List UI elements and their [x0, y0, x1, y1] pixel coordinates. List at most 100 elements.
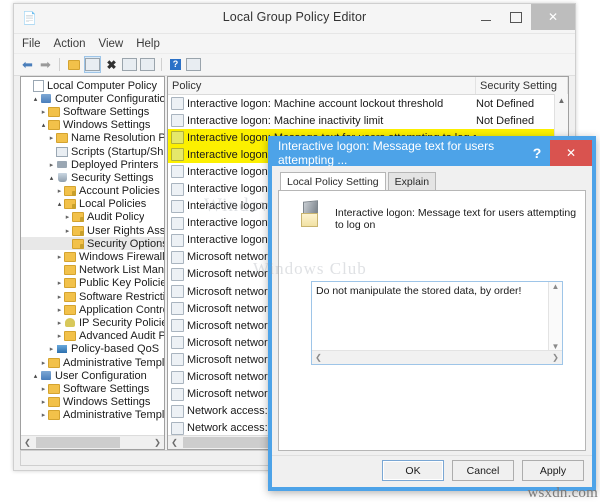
view-icon[interactable] [186, 57, 201, 72]
chevron-right-icon[interactable]: ▸ [47, 161, 56, 169]
tree-item[interactable]: ▴Local Policies [21, 198, 164, 211]
chevron-right-icon[interactable]: ▸ [63, 227, 72, 235]
column-security-setting[interactable]: Security Setting [476, 77, 568, 94]
ok-button[interactable]: OK [382, 460, 444, 481]
tree-hscrollbar[interactable]: ❮ ❯ [21, 435, 164, 449]
tree-item[interactable]: ▸ Software Settings [21, 105, 164, 118]
folder-icon [56, 133, 68, 143]
delete-icon[interactable]: ✖ [104, 57, 119, 72]
message-text-value[interactable]: Do not manipulate the stored data, by or… [316, 285, 546, 298]
window-controls: ✕ [471, 4, 575, 33]
message-scroll-right-icon[interactable]: ❯ [549, 353, 562, 362]
policy-tree[interactable]: Local Computer Policy▴Computer Configura… [21, 77, 164, 422]
dialog-close-button[interactable]: ✕ [550, 140, 592, 166]
message-text-field[interactable]: Do not manipulate the stored data, by or… [311, 281, 563, 365]
apply-button[interactable]: Apply [522, 460, 584, 481]
tree-item[interactable]: ▸Advanced Audit Policy [21, 330, 164, 343]
minimize-button[interactable] [471, 4, 501, 30]
tree-item[interactable]: ▸IP Security Policies on [21, 316, 164, 329]
tree-item[interactable]: ▴User Configuration [21, 369, 164, 382]
chevron-down-icon[interactable]: ▴ [39, 121, 48, 129]
chevron-right-icon[interactable]: ▸ [47, 345, 56, 353]
tree-item[interactable]: ▴Security Settings [21, 171, 164, 184]
folder-icon [64, 292, 76, 302]
scroll-up-icon[interactable]: ▲ [555, 94, 568, 107]
chevron-right-icon[interactable]: ▸ [47, 134, 56, 142]
policy-header: Interactive logon: Message text for user… [279, 191, 585, 235]
tree-hscroll-thumb[interactable] [36, 437, 120, 448]
table-row[interactable]: Interactive logon: Machine inactivity li… [168, 112, 568, 129]
scroll-right-icon[interactable]: ❯ [151, 436, 164, 449]
chevron-down-icon[interactable]: ▴ [47, 174, 56, 182]
chevron-right-icon[interactable]: ▸ [55, 332, 64, 340]
chevron-right-icon[interactable]: ▸ [63, 213, 72, 221]
tree-item-label: Windows Firewall with Adv [76, 251, 164, 263]
forward-arrow-icon[interactable]: ➡ [38, 57, 53, 72]
tree-item[interactable]: Security Options [21, 237, 164, 250]
chevron-down-icon[interactable]: ▴ [31, 95, 40, 103]
chevron-right-icon[interactable]: ▸ [39, 411, 48, 419]
export-list-icon[interactable] [140, 57, 155, 72]
tree-item[interactable]: ▸ Windows Firewall with Adv [21, 250, 164, 263]
chevron-right-icon[interactable]: ▸ [39, 398, 48, 406]
back-arrow-icon[interactable]: ⬅ [20, 57, 35, 72]
tree-pane: Local Computer Policy▴Computer Configura… [20, 76, 165, 450]
tree-item[interactable]: ▸Application Control Po [21, 303, 164, 316]
chevron-right-icon[interactable]: ▸ [55, 187, 64, 195]
properties-icon[interactable] [122, 57, 137, 72]
dialog-buttons: OK Cancel Apply [382, 460, 584, 481]
chevron-right-icon[interactable]: ▸ [55, 279, 64, 287]
tree-item[interactable]: Network List Manager [21, 264, 164, 277]
cancel-button[interactable]: Cancel [452, 460, 514, 481]
tree-hscroll-track[interactable] [34, 436, 151, 449]
column-policy[interactable]: Policy [168, 77, 476, 94]
menu-file[interactable]: File [22, 38, 41, 50]
tree-item[interactable]: ▸Public Key Policies [21, 277, 164, 290]
menu-action[interactable]: Action [54, 38, 86, 50]
menu-help[interactable]: Help [136, 38, 160, 50]
tree-item[interactable]: ▸Administrative Templates [21, 409, 164, 422]
tab-explain[interactable]: Explain [388, 172, 436, 190]
chevron-right-icon[interactable]: ▸ [55, 253, 64, 261]
tree-item[interactable]: ▴Computer Configuration [21, 92, 164, 105]
tree-item-label: Software Settings [60, 106, 149, 118]
show-tree-icon[interactable] [84, 56, 101, 73]
tree-item[interactable]: Local Computer Policy [21, 79, 164, 92]
chevron-right-icon[interactable]: ▸ [55, 306, 64, 314]
tree-item[interactable]: ▸User Rights Assignment [21, 224, 164, 237]
chevron-down-icon[interactable]: ▴ [55, 200, 64, 208]
close-button[interactable]: ✕ [531, 4, 575, 30]
chevron-down-icon[interactable]: ▴ [31, 372, 40, 380]
help-icon[interactable]: ? [168, 57, 183, 72]
table-row[interactable]: Interactive logon: Machine account locko… [168, 95, 568, 112]
tree-item[interactable]: ▸Account Policies [21, 185, 164, 198]
maximize-button[interactable] [501, 4, 531, 30]
tree-item-label: Software Restriction P [76, 291, 164, 303]
message-vscrollbar[interactable]: ▲ ▼ [548, 282, 562, 351]
tree-item[interactable]: ▸Deployed Printers [21, 158, 164, 171]
chevron-right-icon[interactable]: ▸ [39, 359, 48, 367]
message-scroll-up-icon[interactable]: ▲ [549, 282, 562, 291]
chevron-right-icon[interactable]: ▸ [39, 108, 48, 116]
message-hscrollbar[interactable]: ❮ ❯ [312, 350, 562, 364]
up-folder-icon[interactable] [66, 57, 81, 72]
scroll-left-icon[interactable]: ❮ [21, 436, 34, 449]
page-icon [32, 80, 44, 92]
tree-item[interactable]: Scripts (Startup/Shutdown) [21, 145, 164, 158]
tree-item[interactable]: ▸Audit Policy [21, 211, 164, 224]
tree-item[interactable]: ▸Administrative Templates [21, 356, 164, 369]
tree-item[interactable]: ▸ Software Restriction P [21, 290, 164, 303]
tree-item[interactable]: ▸Windows Settings [21, 396, 164, 409]
chevron-right-icon[interactable]: ▸ [55, 293, 64, 301]
tree-item[interactable]: ▸Software Settings [21, 382, 164, 395]
chevron-right-icon[interactable]: ▸ [39, 385, 48, 393]
chevron-right-icon[interactable]: ▸ [55, 319, 64, 327]
message-scroll-left-icon[interactable]: ❮ [312, 353, 325, 362]
tree-item[interactable]: ▸Name Resolution Policy [21, 132, 164, 145]
menu-view[interactable]: View [99, 38, 124, 50]
tree-item[interactable]: ▴Windows Settings [21, 119, 164, 132]
help-question-icon[interactable]: ? [524, 140, 550, 166]
tab-local-policy-setting[interactable]: Local Policy Setting [280, 172, 386, 191]
list-scroll-left-icon[interactable]: ❮ [168, 436, 181, 449]
tree-item[interactable]: ▸Policy-based QoS [21, 343, 164, 356]
